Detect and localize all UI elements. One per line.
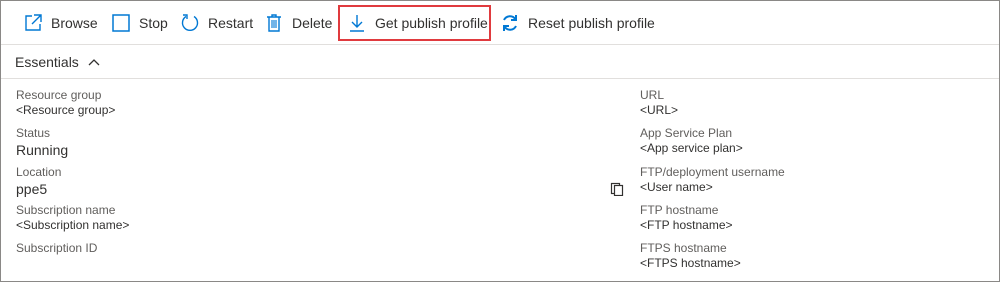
field-label: Location [16,165,62,179]
status-field: Status Running [16,126,68,159]
chevron-up-icon[interactable] [87,55,101,69]
delete-button[interactable]: Delete [264,7,332,39]
refresh-icon [500,13,520,33]
location-field: Location ppe5 [16,165,61,198]
copy-icon[interactable] [610,182,624,196]
app-service-plan-field: App Service Plan <App service plan> [640,126,743,156]
essentials-title: Essentials [15,54,79,70]
restart-icon [180,13,200,33]
stop-icon [111,13,131,33]
essentials-panel: Browse Stop Restart Delete Get publish p [0,0,1000,282]
field-label: App Service Plan [640,126,733,140]
field-value[interactable]: <Resource group> [16,103,115,118]
subscription-id-field: Subscription ID [16,241,97,256]
ftp-hostname-field: FTP hostname <FTP hostname> [640,203,733,233]
ftp-username-field: FTP/deployment username <User name> [640,165,785,195]
field-value: ppe5 [16,181,48,197]
reset-publish-profile-label: Reset publish profile [528,15,655,31]
field-label: Subscription ID [16,241,98,255]
field-value: <FTP hostname> [640,218,733,232]
field-value[interactable]: <URL> [640,103,678,118]
field-label: FTP/deployment username [640,165,785,179]
field-value: <User name> [640,180,713,194]
delete-label: Delete [292,15,333,31]
field-label: FTPS hostname [640,241,727,255]
trash-icon [264,13,284,33]
command-bar: Browse Stop Restart Delete Get publish p [1,1,999,45]
url-field: URL <URL> [640,88,678,118]
restart-label: Restart [208,15,254,31]
stop-button[interactable]: Stop [111,7,168,39]
field-value: Running [16,142,69,158]
field-label: FTP hostname [640,203,719,217]
external-link-icon [23,13,43,33]
stop-label: Stop [139,15,168,31]
resource-group-field: Resource group <Resource group> [16,88,115,118]
subscription-name-field: Subscription name <Subscription name> [16,203,129,233]
essentials-header[interactable]: Essentials [1,46,999,79]
field-label: Resource group [16,88,102,102]
restart-button[interactable]: Restart [180,7,253,39]
field-value: <FTPS hostname> [640,256,741,270]
reset-publish-profile-button[interactable]: Reset publish profile [500,7,655,39]
browse-label: Browse [51,15,98,31]
field-value[interactable]: <App service plan> [640,141,743,156]
field-label: Subscription name [16,203,116,217]
field-label: Status [16,126,51,140]
highlight-box [338,5,491,41]
field-value[interactable]: <Subscription name> [16,218,129,233]
ftps-hostname-field: FTPS hostname <FTPS hostname> [640,241,741,271]
browse-button[interactable]: Browse [23,7,98,39]
field-label: URL [640,88,665,102]
